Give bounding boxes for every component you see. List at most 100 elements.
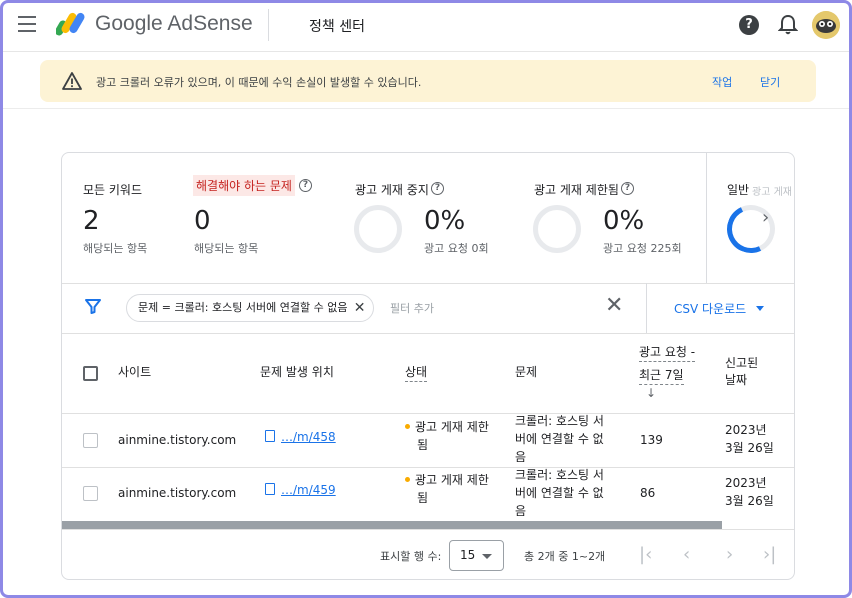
last-page-icon[interactable]: ›|: [763, 544, 776, 565]
notifications-bell-icon[interactable]: [778, 14, 798, 36]
col-requests-header-line1[interactable]: 광고 요청 -: [639, 344, 696, 362]
stat-issues-label[interactable]: 해결해야 하는 문제: [193, 175, 295, 196]
row-checkbox[interactable]: [83, 486, 98, 501]
stat-issues-sub: 해당되는 항목: [194, 242, 259, 255]
row-issue: 크롤러: 호스팅 서 버에 연결할 수 없 음: [515, 412, 604, 466]
row-requests: 86: [640, 486, 656, 500]
csv-download-button[interactable]: CSV 다운로드: [674, 300, 765, 317]
stat-all-keywords-sub: 해당되는 항목: [83, 242, 148, 255]
row-checkbox[interactable]: [83, 433, 98, 448]
col-requests-header-line2[interactable]: 최근 7일: [639, 367, 684, 385]
row-location-text[interactable]: …/m/458: [281, 430, 336, 444]
stat-limited-sub: 광고 요청 225회: [603, 242, 682, 255]
row-status: 광고 게재 제한 됨: [405, 418, 489, 454]
row-date-line1: 2023년: [725, 476, 767, 490]
warning-icon: [62, 72, 82, 90]
close-icon[interactable]: ✕: [354, 295, 366, 321]
status-dot-icon: [405, 424, 410, 429]
add-filter-input[interactable]: 필터 추가: [390, 300, 434, 316]
row-location-text[interactable]: …/m/459: [281, 483, 336, 497]
row-date-line2: 3월 26일: [725, 494, 774, 508]
row-status-line1: 광고 게재 제한: [415, 473, 489, 487]
col-issue-header[interactable]: 문제: [515, 364, 537, 381]
row-issue-line1: 크롤러: 호스팅 서: [515, 414, 604, 428]
paused-progress-ring: [354, 205, 402, 253]
document-icon: [265, 430, 275, 442]
caret-down-icon: [482, 554, 492, 559]
stat-paused-sub: 광고 요청 0회: [424, 242, 489, 255]
col-reported-header-line1[interactable]: 신고된: [725, 355, 758, 372]
row-site: ainmine.tistory.com: [118, 486, 237, 500]
status-dot-icon: [405, 477, 410, 482]
sort-down-arrow-icon[interactable]: ↓: [646, 385, 656, 402]
horizontal-scrollbar[interactable]: [62, 521, 722, 529]
filter-bottom-divider: [62, 333, 794, 334]
help-circle-icon[interactable]: ?: [299, 179, 312, 192]
active-filter-chip[interactable]: 문제 = 크롤러: 호스팅 서버에 연결할 수 없음 ✕: [126, 294, 375, 322]
caret-down-icon: [756, 306, 765, 311]
first-page-icon[interactable]: |‹: [639, 544, 652, 565]
row-site: ainmine.tistory.com: [118, 433, 237, 447]
rows-per-page-select[interactable]: 15: [449, 540, 504, 571]
stat-general-label: 일반: [727, 183, 750, 197]
csv-download-label: CSV 다운로드: [674, 302, 747, 316]
row-date: 2023년 3월 26일: [725, 421, 774, 457]
previous-page-icon[interactable]: ‹: [683, 544, 690, 565]
stats-divider: [706, 153, 707, 283]
clear-filters-icon[interactable]: ✕: [605, 293, 623, 318]
table-header-divider: [62, 413, 794, 414]
stat-general-faded-label: 광고 게재: [752, 187, 792, 198]
col-site-header[interactable]: 사이트: [118, 364, 151, 381]
stat-issues-value: 0: [194, 206, 211, 236]
row-issue: 크롤러: 호스팅 서 버에 연결할 수 없 음: [515, 466, 604, 520]
row-date-line2: 3월 26일: [725, 441, 774, 455]
alert-close-link[interactable]: 닫기: [760, 74, 780, 90]
rows-per-page-label: 표시할 행 수:: [380, 550, 442, 563]
row-issue-line3: 음: [515, 504, 527, 518]
brand-name: Google AdSense: [95, 12, 253, 35]
next-page-icon[interactable]: ›: [726, 544, 733, 565]
row-status-line2: 됨: [417, 438, 429, 452]
col-reported-header-line2[interactable]: 날짜: [725, 372, 747, 389]
page-title: 정책 센터: [309, 19, 365, 35]
alert-action-link[interactable]: 작업: [712, 74, 732, 90]
menu-icon[interactable]: [18, 16, 36, 32]
limited-progress-ring: [533, 205, 581, 253]
row-status-line2: 됨: [417, 491, 429, 505]
stat-paused-value: 0%: [424, 206, 466, 236]
document-icon: [265, 483, 275, 495]
help-circle-icon[interactable]: ?: [431, 182, 444, 195]
stat-all-keywords-value: 2: [83, 206, 100, 236]
help-icon[interactable]: ?: [739, 15, 759, 35]
policy-issues-card: 모든 키워드 2 해당되는 항목 해결해야 하는 문제 ? 0 해당되는 항목 …: [61, 152, 795, 580]
chevron-right-icon[interactable]: ›: [762, 207, 782, 228]
row-date: 2023년 3월 26일: [725, 474, 774, 510]
rows-per-page-value: 15: [460, 548, 476, 562]
stat-limited-label: 광고 게재 제한됨: [534, 183, 619, 197]
filter-icon[interactable]: [84, 297, 102, 315]
stat-all-keywords-label: 모든 키워드: [83, 183, 143, 197]
row-status: 광고 게재 제한 됨: [405, 471, 489, 507]
row-location-link[interactable]: …/m/458: [265, 428, 336, 446]
row-divider: [62, 467, 794, 468]
select-all-checkbox[interactable]: [83, 366, 98, 381]
row-location-link[interactable]: …/m/459: [265, 481, 336, 499]
row-issue-line2: 버에 연결할 수 없: [515, 432, 604, 446]
row-requests: 139: [640, 433, 663, 447]
col-status-header[interactable]: 상태: [405, 364, 428, 382]
avatar-image-icon: [812, 11, 840, 39]
row-date-line1: 2023년: [725, 423, 767, 437]
help-circle-icon[interactable]: ?: [621, 182, 634, 195]
account-avatar[interactable]: [812, 11, 840, 39]
header-divider: [268, 9, 269, 41]
row-issue-line2: 버에 연결할 수 없: [515, 486, 604, 500]
col-location-header[interactable]: 문제 발생 위치: [260, 364, 334, 381]
page-count-text: 총 2개 중 1~2개: [524, 550, 606, 563]
row-status-line1: 광고 게재 제한: [415, 420, 489, 434]
crawler-error-alert: 광고 크롤러 오류가 있으며, 이 때문에 수익 손실이 발생할 수 있습니다.…: [40, 60, 816, 102]
section-divider: [0, 108, 852, 109]
stat-limited-value: 0%: [603, 206, 645, 236]
stats-bottom-divider: [62, 283, 794, 284]
stat-paused-label: 광고 게재 중지: [355, 183, 429, 197]
row-issue-line1: 크롤러: 호스팅 서: [515, 468, 604, 482]
